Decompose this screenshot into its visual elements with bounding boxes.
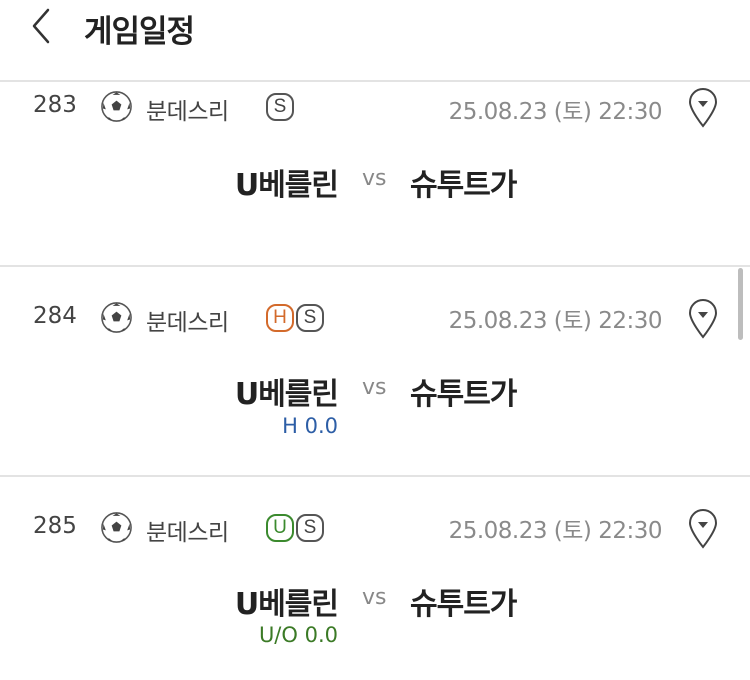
over-under-odds: U/O 0.0 xyxy=(258,623,338,647)
league-name: 분데스리 xyxy=(146,99,229,125)
header: 게임일정 xyxy=(0,0,750,82)
game-card[interactable]: 284 분데스리 H S 25.08.23 (토) 22:30 U베를린 vs … xyxy=(0,267,750,477)
bet-type-badges: S xyxy=(266,93,294,121)
league-name: 분데스리 xyxy=(146,310,229,336)
badge-s: S xyxy=(296,304,324,332)
match-datetime: 25.08.23 (토) 22:30 xyxy=(448,308,663,334)
soccer-ball-icon xyxy=(101,91,132,122)
badge-h: H xyxy=(266,304,294,332)
soccer-ball-icon xyxy=(101,302,132,333)
home-team: U베를린 xyxy=(234,587,339,622)
away-team: 슈투트가 xyxy=(410,168,517,203)
location-pin-icon[interactable] xyxy=(686,86,720,128)
match-datetime: 25.08.23 (토) 22:30 xyxy=(448,518,663,544)
handicap-odds: H 0.0 xyxy=(282,414,338,438)
chevron-left-icon xyxy=(32,8,50,44)
badge-u: U xyxy=(266,514,294,542)
home-team: U베를린 xyxy=(234,377,339,412)
bet-type-badges: H S xyxy=(266,304,324,332)
location-pin-icon[interactable] xyxy=(686,297,720,339)
vs-label: vs xyxy=(362,375,387,400)
badge-s: S xyxy=(296,514,324,542)
game-number: 283 xyxy=(33,92,77,118)
game-list[interactable]: 283 분데스리 S 25.08.23 (토) 22:30 U베를린 vs 슈투… xyxy=(0,82,750,680)
away-team: 슈투트가 xyxy=(410,377,517,412)
soccer-ball-icon xyxy=(101,512,132,543)
bet-type-badges: U S xyxy=(266,514,324,542)
vs-label: vs xyxy=(362,166,387,191)
back-button[interactable] xyxy=(26,4,66,48)
game-card[interactable]: 283 분데스리 S 25.08.23 (토) 22:30 U베를린 vs 슈투… xyxy=(0,82,750,267)
league-name: 분데스리 xyxy=(146,520,229,546)
scrollbar[interactable] xyxy=(738,268,743,340)
home-team: U베를린 xyxy=(234,168,339,203)
game-number: 285 xyxy=(33,513,77,539)
game-number: 284 xyxy=(33,303,77,329)
game-card[interactable]: 285 분데스리 U S 25.08.23 (토) 22:30 U베를린 vs … xyxy=(0,477,750,680)
location-pin-icon[interactable] xyxy=(686,507,720,549)
away-team: 슈투트가 xyxy=(410,587,517,622)
vs-label: vs xyxy=(362,585,387,610)
match-datetime: 25.08.23 (토) 22:30 xyxy=(448,99,663,125)
badge-s: S xyxy=(266,93,294,121)
page-title: 게임일정 xyxy=(84,14,195,50)
